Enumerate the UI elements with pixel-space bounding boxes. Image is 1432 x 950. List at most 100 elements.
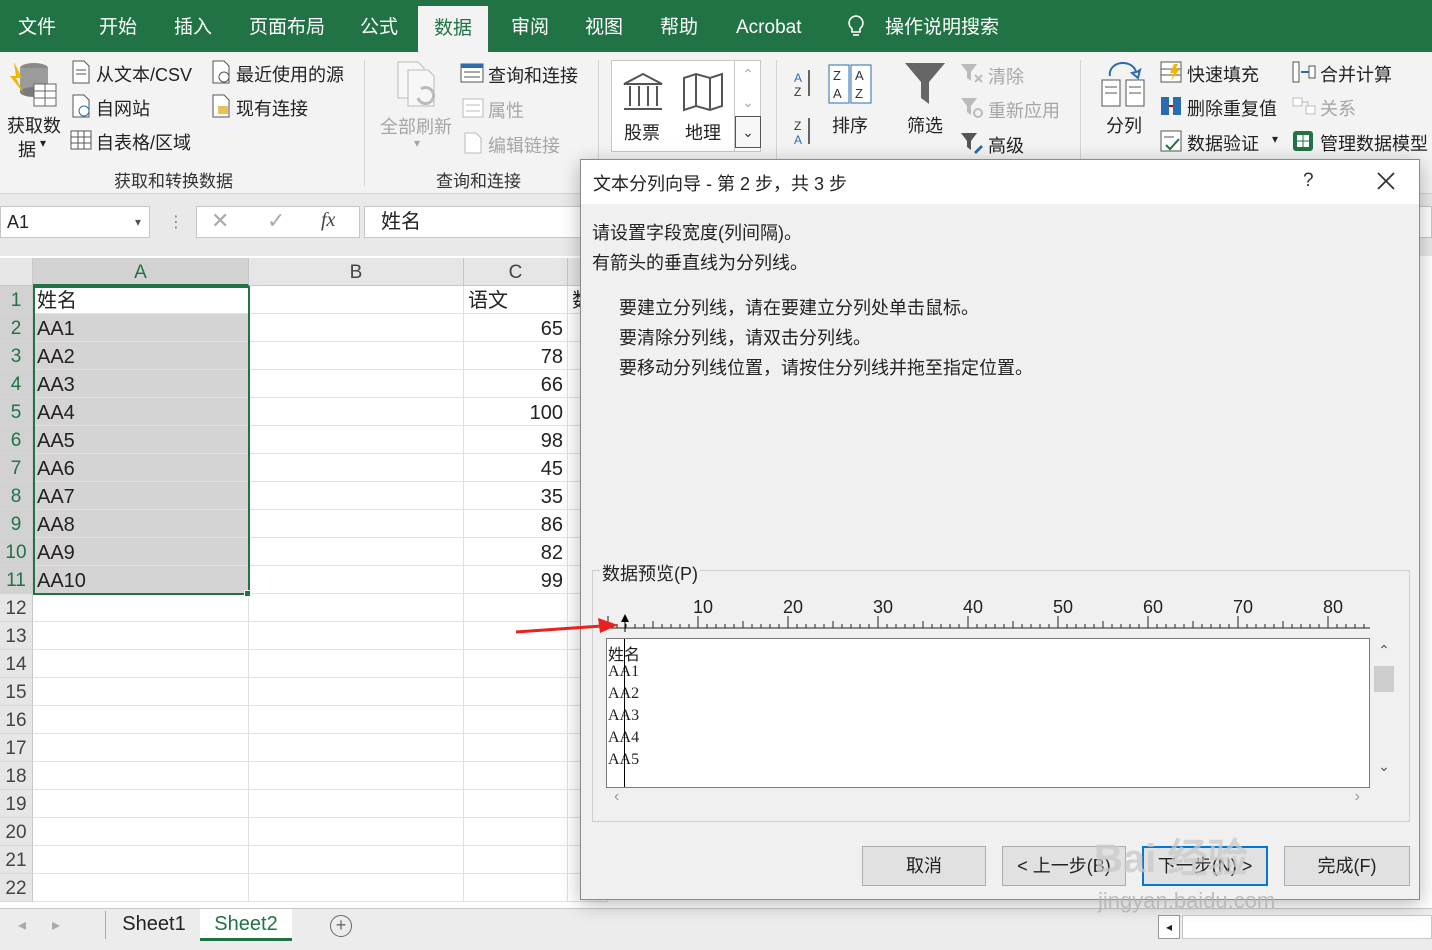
gallery-scroll[interactable]: ⌃ ⌄ ⌄ <box>734 60 761 152</box>
row-header[interactable]: 13 <box>0 622 33 650</box>
cell-b[interactable] <box>249 286 464 314</box>
row-header[interactable]: 17 <box>0 734 33 762</box>
get-data-label[interactable]: 获取数 <box>7 112 61 138</box>
cell-a[interactable]: AA6 <box>33 454 249 482</box>
dialog-titlebar[interactable]: 文本分列向导 - 第 2 步，共 3 步 ? <box>581 160 1419 204</box>
row-header[interactable]: 15 <box>0 678 33 706</box>
scroll-right-icon[interactable]: › <box>1355 788 1360 806</box>
scroll-thumb[interactable] <box>1374 666 1394 692</box>
finish-button[interactable]: 完成(F) <box>1284 846 1410 886</box>
geography-button[interactable]: 地理 <box>685 119 721 145</box>
cell-c[interactable] <box>464 678 568 706</box>
hscroll-left-icon[interactable]: ◂ <box>1158 915 1180 939</box>
tab-acrobat[interactable]: Acrobat <box>736 0 801 52</box>
enter-check-icon[interactable]: ✓ <box>267 208 285 234</box>
cell-b[interactable] <box>249 650 464 678</box>
row-header[interactable]: 6 <box>0 426 33 454</box>
cell-b[interactable] <box>249 426 464 454</box>
cell-b[interactable] <box>249 398 464 426</box>
cell-c[interactable]: 语文 <box>464 286 568 314</box>
tab-help[interactable]: 帮助 <box>660 0 698 52</box>
from-text-csv-button[interactable]: 从文本/CSV <box>96 61 192 87</box>
cell-b[interactable] <box>249 342 464 370</box>
cell-a[interactable]: AA1 <box>33 314 249 342</box>
row-header[interactable]: 16 <box>0 706 33 734</box>
cell-a[interactable]: AA8 <box>33 510 249 538</box>
cell-b[interactable] <box>249 566 464 594</box>
scroll-right-icon[interactable]: ▸ <box>52 915 60 935</box>
cell-b[interactable] <box>249 594 464 622</box>
cell-c[interactable]: 98 <box>464 426 568 454</box>
cell-c[interactable] <box>464 650 568 678</box>
cell-c[interactable]: 35 <box>464 482 568 510</box>
cell-c[interactable]: 65 <box>464 314 568 342</box>
from-web-button[interactable]: 自网站 <box>96 95 150 121</box>
consolidate-button[interactable]: 合并计算 <box>1320 61 1392 87</box>
scroll-left-icon[interactable]: ‹ <box>614 788 619 806</box>
cell-a[interactable] <box>33 874 249 902</box>
row-header[interactable]: 21 <box>0 846 33 874</box>
tab-insert[interactable]: 插入 <box>174 0 212 52</box>
horizontal-scrollbar[interactable] <box>1182 915 1432 939</box>
from-table-range-button[interactable]: 自表格/区域 <box>96 129 191 155</box>
advanced-button[interactable]: 高级 <box>988 132 1024 158</box>
cell-b[interactable] <box>249 370 464 398</box>
cancel-icon[interactable]: ✕ <box>211 208 229 234</box>
filter-button[interactable]: 筛选 <box>907 112 943 138</box>
preview-vertical-scrollbar[interactable]: ⌃ ⌄ <box>1372 638 1396 788</box>
cell-a[interactable]: AA4 <box>33 398 249 426</box>
fill-handle[interactable] <box>244 590 251 597</box>
cell-b[interactable] <box>249 734 464 762</box>
sheet-tab-sheet1[interactable]: Sheet1 <box>108 909 200 941</box>
remove-duplicates-button[interactable]: 删除重复值 <box>1187 95 1277 121</box>
row-header[interactable]: 14 <box>0 650 33 678</box>
column-header-a[interactable]: A <box>33 258 249 286</box>
row-header[interactable]: 20 <box>0 818 33 846</box>
cell-a[interactable] <box>33 622 249 650</box>
row-header[interactable]: 12 <box>0 594 33 622</box>
cell-b[interactable] <box>249 538 464 566</box>
cell-a[interactable] <box>33 818 249 846</box>
cell-b[interactable] <box>249 706 464 734</box>
cell-b[interactable] <box>249 510 464 538</box>
text-to-columns-button[interactable]: 分列 <box>1106 112 1142 138</box>
cell-c[interactable] <box>464 790 568 818</box>
existing-connections-button[interactable]: 现有连接 <box>236 95 308 121</box>
column-header-b[interactable]: B <box>249 258 464 286</box>
help-button[interactable]: ? <box>1303 170 1314 192</box>
select-all-corner[interactable] <box>0 258 33 286</box>
sheet-tab-sheet2[interactable]: Sheet2 <box>200 909 292 941</box>
tab-view[interactable]: 视图 <box>585 0 623 52</box>
scroll-down-icon[interactable]: ⌄ <box>1372 758 1396 775</box>
get-data-label-2[interactable]: 据 <box>18 136 36 162</box>
data-preview-box[interactable]: 姓名 AA1 AA2 AA3 AA4 AA5 <box>606 638 1370 788</box>
tab-formulas[interactable]: 公式 <box>360 0 398 52</box>
row-header[interactable]: 22 <box>0 874 33 902</box>
cell-c[interactable]: 86 <box>464 510 568 538</box>
cell-a[interactable] <box>33 594 249 622</box>
cell-a[interactable]: AA3 <box>33 370 249 398</box>
scroll-up-icon[interactable]: ⌃ <box>1372 638 1396 662</box>
cell-a[interactable]: AA9 <box>33 538 249 566</box>
cell-a[interactable]: AA5 <box>33 426 249 454</box>
properties-button[interactable]: 属性 <box>488 97 524 123</box>
row-header[interactable]: 2 <box>0 314 33 342</box>
cell-c[interactable]: 78 <box>464 342 568 370</box>
tell-me-search[interactable]: 操作说明搜索 <box>885 0 999 52</box>
cell-b[interactable] <box>249 454 464 482</box>
cell-c[interactable] <box>464 818 568 846</box>
row-header[interactable]: 18 <box>0 762 33 790</box>
cell-b[interactable] <box>249 846 464 874</box>
cell-a[interactable] <box>33 706 249 734</box>
column-break-line[interactable] <box>624 639 625 787</box>
tab-home[interactable]: 开始 <box>99 0 137 52</box>
cell-a[interactable] <box>33 790 249 818</box>
cell-c[interactable] <box>464 734 568 762</box>
row-header[interactable]: 5 <box>0 398 33 426</box>
cell-a[interactable] <box>33 762 249 790</box>
cell-c[interactable] <box>464 846 568 874</box>
row-header[interactable]: 4 <box>0 370 33 398</box>
tab-review[interactable]: 审阅 <box>511 0 549 52</box>
reapply-button[interactable]: 重新应用 <box>988 97 1060 123</box>
cell-c[interactable]: 66 <box>464 370 568 398</box>
